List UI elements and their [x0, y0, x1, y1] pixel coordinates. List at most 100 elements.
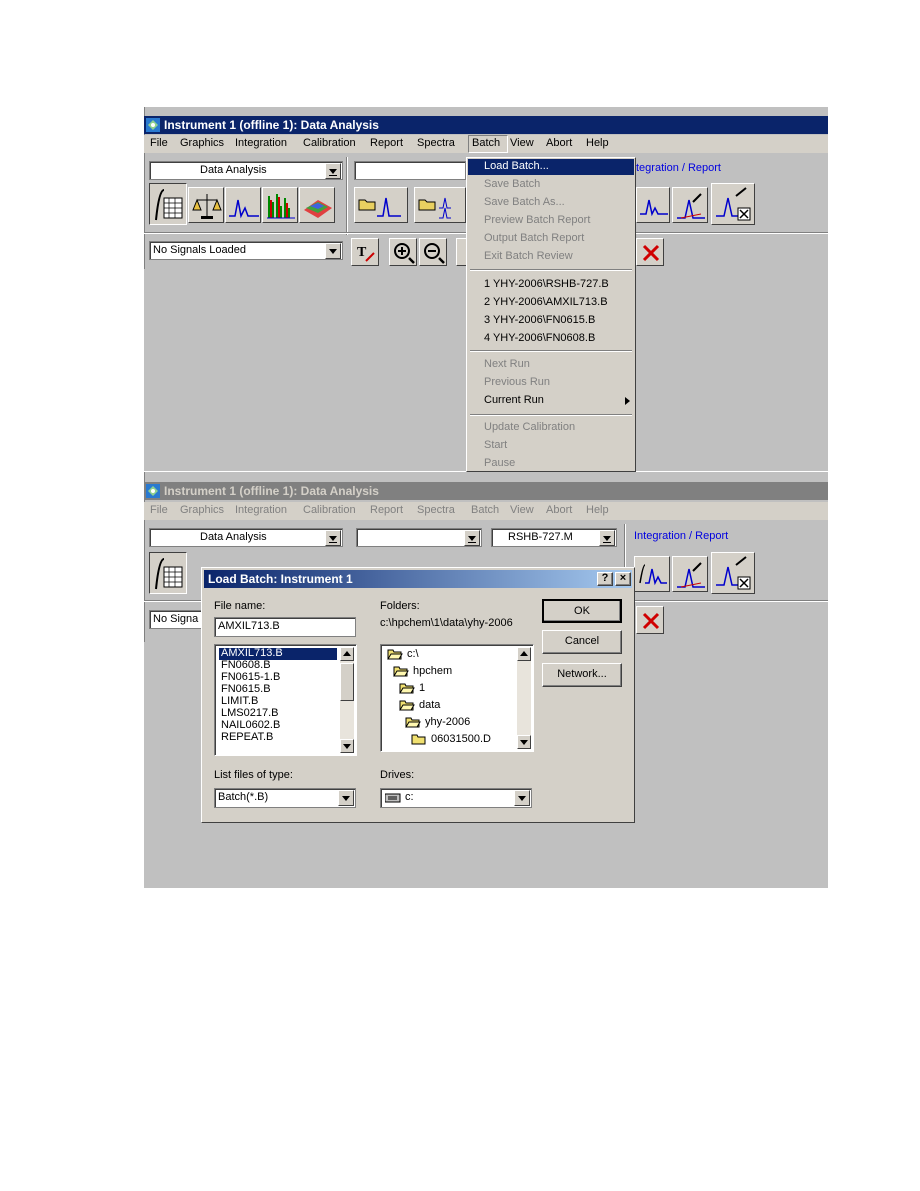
file-name-input[interactable]: AMXIL713.B	[214, 617, 356, 637]
menu-spectra[interactable]: Spectra	[417, 137, 455, 149]
menu-item-previous-run: Previous Run	[484, 376, 551, 388]
list-item[interactable]: FN0615.B	[221, 683, 283, 695]
drives-select[interactable]: c:	[380, 788, 532, 808]
menu-help[interactable]: Help	[586, 137, 609, 149]
menu-calibration: Calibration	[303, 504, 356, 516]
view-select[interactable]: Data Analysis	[149, 528, 343, 547]
integrate-button[interactable]	[636, 187, 670, 223]
integration-report-link[interactable]: Integration / Report	[634, 530, 728, 542]
menu-item-start: Start	[484, 439, 508, 451]
scroll-up-icon[interactable]	[340, 647, 354, 661]
drives-label: Drives:	[380, 769, 415, 781]
menu-bar: File Graphics Integration Calibration Re…	[144, 135, 828, 153]
menu-abort[interactable]: Abort	[546, 137, 572, 149]
title-bar[interactable]: Instrument 1 (offline 1): Data Analysis	[144, 116, 828, 134]
list-item[interactable]: AMXIL713.B	[221, 647, 283, 659]
folder-open-icon	[399, 700, 415, 711]
manual-integration-button[interactable]	[672, 556, 708, 592]
menu-separator	[470, 414, 632, 416]
view-select[interactable]: Data Analysis	[149, 161, 343, 180]
menu-item-recent-1[interactable]: 1 YHY-2006\RSHB-727.B	[484, 278, 609, 290]
menu-item-current-run[interactable]: Current Run	[484, 394, 544, 406]
integration-view-button[interactable]	[149, 183, 187, 225]
network-button[interactable]: Network...	[542, 663, 622, 687]
title-bar-inactive[interactable]: Instrument 1 (offline 1): Data Analysis	[144, 482, 828, 500]
dialog-title-bar[interactable]: Load Batch: Instrument 1 ? ×	[204, 570, 632, 588]
manual-integration-button[interactable]	[672, 187, 708, 223]
menu-item-recent-2[interactable]: 2 YHY-2006\AMXIL713.B	[484, 296, 608, 308]
menu-item-recent-4[interactable]: 4 YHY-2006\FN0608.B	[484, 332, 595, 344]
menu-item-save-batch: Save Batch	[484, 178, 541, 190]
second-select[interactable]	[354, 161, 466, 180]
scroll-thumb[interactable]	[340, 663, 354, 701]
list-item[interactable]: LMS0217.B	[221, 707, 283, 719]
help-button[interactable]: ?	[597, 572, 613, 586]
list-item[interactable]: FN0608.B	[221, 659, 283, 671]
dropdown-arrow-icon[interactable]	[599, 530, 615, 546]
ok-button[interactable]: OK	[542, 599, 622, 623]
delete-peak-button[interactable]	[711, 552, 755, 594]
batch-menu: Load Batch... Save Batch Save Batch As..…	[466, 157, 636, 472]
text-annotate-button[interactable]: T	[351, 238, 379, 266]
folder-tree[interactable]: c:\ hpchem 1 data yhy-2006 06031500.D	[380, 644, 534, 752]
menu-view[interactable]: View	[510, 137, 534, 149]
dropdown-arrow-icon[interactable]	[325, 243, 341, 259]
menu-graphics[interactable]: Graphics	[180, 137, 224, 149]
file-list[interactable]: AMXIL713.B FN0608.B FN0615-1.B FN0615.B …	[214, 644, 357, 756]
signals-select[interactable]: No Signals Loaded	[149, 241, 343, 260]
zoom-in-icon[interactable]	[389, 238, 417, 266]
load-multiple-signals-button[interactable]	[414, 187, 466, 223]
zoom-out-icon[interactable]	[419, 238, 447, 266]
integrate-button[interactable]	[634, 556, 670, 592]
list-item[interactable]: REPEAT.B	[221, 731, 283, 743]
dropdown-arrow-icon[interactable]	[325, 163, 341, 179]
file-list-scrollbar[interactable]	[340, 647, 354, 753]
dropdown-arrow-icon[interactable]	[514, 790, 530, 806]
menu-batch-open[interactable]: Batch	[468, 135, 508, 153]
window-title: Instrument 1 (offline 1): Data Analysis	[164, 118, 379, 132]
list-item[interactable]: NAIL0602.B	[221, 719, 283, 731]
menu-report: Report	[370, 504, 404, 516]
folder-open-icon	[405, 717, 421, 728]
chromatogram-view-button[interactable]	[225, 187, 261, 223]
scroll-down-icon[interactable]	[517, 735, 531, 749]
3d-view-button[interactable]	[299, 187, 335, 223]
second-select[interactable]	[356, 528, 482, 547]
integration-report-link[interactable]: tegration / Report	[636, 162, 721, 174]
scroll-up-icon[interactable]	[517, 647, 531, 661]
dropdown-arrow-icon[interactable]	[338, 790, 354, 806]
menu-file: File	[150, 504, 168, 516]
delete-peak-button[interactable]	[711, 183, 755, 225]
close-button[interactable]: ×	[615, 572, 631, 586]
clear-x-icon[interactable]	[636, 606, 664, 634]
cancel-button[interactable]: Cancel	[542, 630, 622, 654]
menu-item-load-batch[interactable]: Load Batch...	[484, 160, 549, 172]
spectra-view-button[interactable]	[262, 187, 298, 223]
file-type-label: List files of type:	[214, 769, 293, 781]
method-select[interactable]: RSHB-727.M	[491, 528, 617, 547]
menu-item-update-calibration: Update Calibration	[484, 421, 576, 433]
menu-item-preview-batch-report: Preview Batch Report	[484, 214, 591, 226]
dropdown-arrow-icon[interactable]	[464, 530, 480, 546]
menu-spectra: Spectra	[417, 504, 455, 516]
menu-item-pause: Pause	[484, 457, 516, 469]
menu-file[interactable]: File	[150, 137, 168, 149]
calibration-view-button[interactable]	[188, 187, 224, 223]
load-signal-button[interactable]	[354, 187, 408, 223]
menu-view: View	[510, 504, 534, 516]
integration-view-button[interactable]	[149, 552, 187, 594]
file-type-select[interactable]: Batch(*.B)	[214, 788, 356, 808]
list-item[interactable]: LIMIT.B	[221, 695, 283, 707]
menu-separator	[470, 269, 632, 271]
menu-item-recent-3[interactable]: 3 YHY-2006\FN0615.B	[484, 314, 595, 326]
menu-item-next-run: Next Run	[484, 358, 530, 370]
list-item[interactable]: FN0615-1.B	[221, 671, 283, 683]
menu-item-save-batch-as: Save Batch As...	[484, 196, 565, 208]
scroll-down-icon[interactable]	[340, 739, 354, 753]
folder-tree-scrollbar[interactable]	[517, 647, 531, 749]
menu-integration[interactable]: Integration	[235, 137, 287, 149]
menu-calibration[interactable]: Calibration	[303, 137, 356, 149]
dropdown-arrow-icon[interactable]	[325, 530, 341, 546]
clear-x-icon[interactable]	[636, 238, 664, 266]
menu-report[interactable]: Report	[370, 137, 403, 149]
